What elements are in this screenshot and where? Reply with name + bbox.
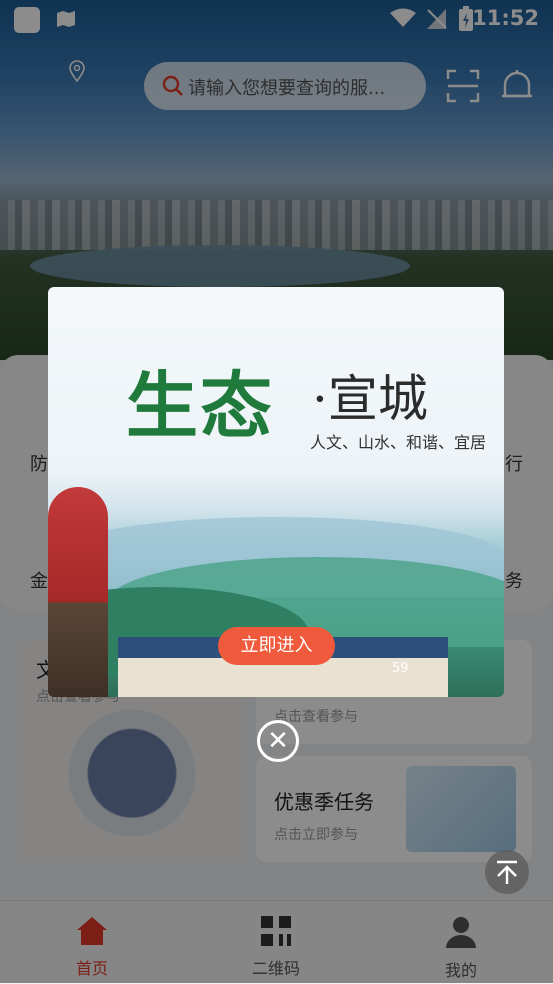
dragon-statue xyxy=(48,487,108,697)
back-to-top-icon[interactable] xyxy=(485,850,529,894)
close-icon[interactable]: ✕ xyxy=(257,720,299,762)
promo-popup[interactable]: 生态 ·宣城 人文、山水、和谐、宜居 立即进入 59 xyxy=(48,287,504,697)
popup-title-main: 生态 xyxy=(126,363,275,448)
enter-button[interactable]: 立即进入 xyxy=(218,627,335,665)
popup-title-city: ·宣城 xyxy=(312,370,428,428)
popup-count: 59 xyxy=(392,661,409,676)
popup-subtitle: 人文、山水、和谐、宜居 xyxy=(310,433,487,452)
